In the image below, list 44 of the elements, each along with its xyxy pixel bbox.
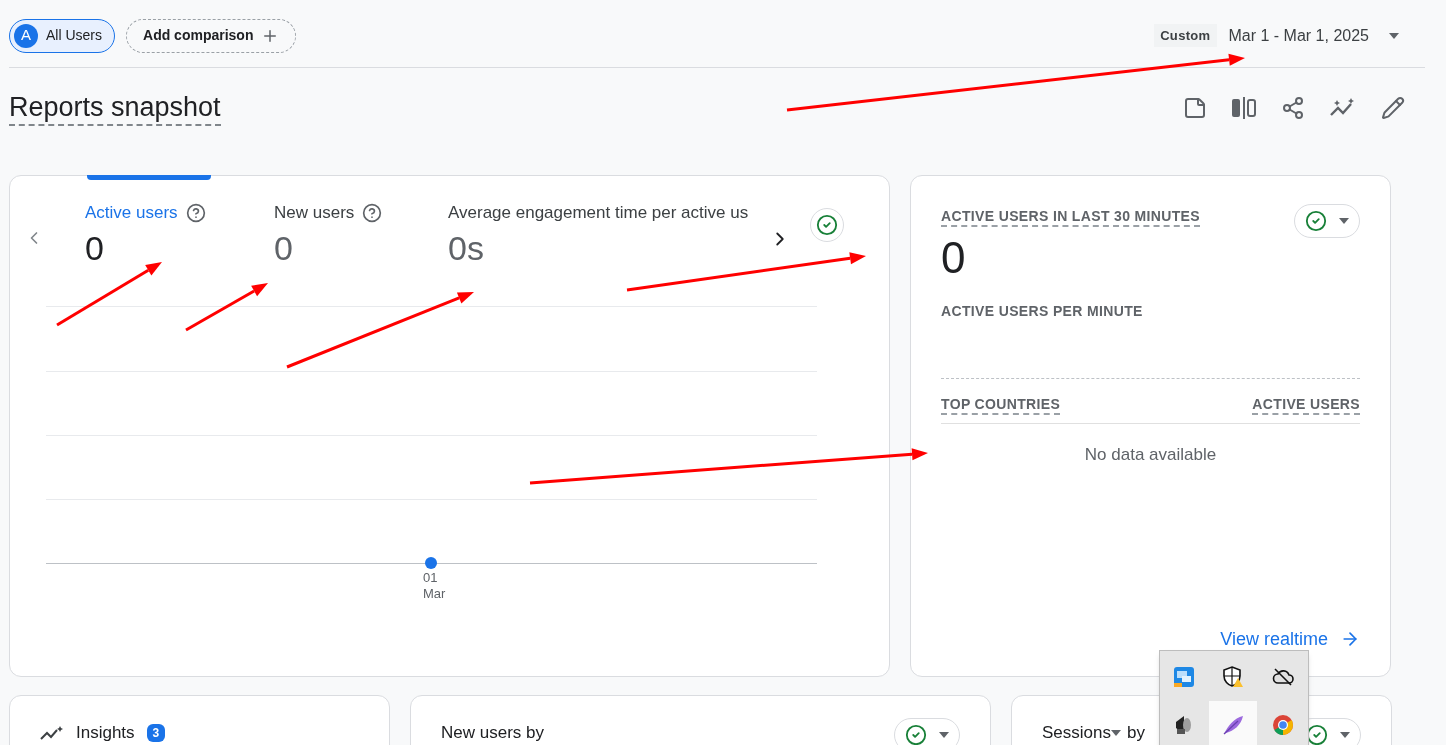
caret-icon: [1339, 218, 1349, 224]
segment-chip[interactable]: A All Users: [9, 18, 115, 53]
axis-label: Mar: [423, 586, 446, 602]
caret-icon: [1111, 729, 1121, 736]
section-label: ACTIVE USERS PER MINUTE: [941, 302, 1144, 321]
view-realtime-link[interactable]: View realtime: [1220, 628, 1360, 650]
dimension-dropdown[interactable]: Sessions: [1042, 720, 1121, 745]
metric-tab[interactable]: Active users 0: [85, 200, 274, 270]
realtime-value: 0: [941, 234, 967, 282]
shield-warning-icon: [1222, 666, 1245, 688]
card-title: New users by: [441, 722, 544, 744]
metric-tab[interactable]: New users 0: [274, 200, 448, 270]
check-circle-icon: [1305, 210, 1327, 232]
note-icon[interactable]: [1183, 96, 1207, 120]
sparkline-icon: [40, 724, 64, 741]
share-icon[interactable]: [1281, 96, 1305, 120]
metric-tab[interactable]: Average engagement time per active us 0s: [448, 200, 778, 270]
help-icon[interactable]: [185, 202, 206, 223]
check-circle-icon: [816, 214, 838, 236]
empty-message: No data available: [1084, 444, 1217, 466]
page-title: Reports snapshot: [9, 90, 221, 126]
caret-icon: [1389, 32, 1399, 39]
column-header: ACTIVE USERS: [1252, 395, 1360, 415]
monitor-icon: [1173, 666, 1195, 688]
date-preset-label: Custom: [1154, 23, 1217, 48]
compare-columns-icon[interactable]: [1231, 96, 1257, 120]
data-quality-dropdown[interactable]: [894, 718, 960, 745]
chrome-like-icon: [1271, 714, 1294, 736]
feather-icon: [1222, 714, 1245, 736]
count-badge: 3: [146, 723, 166, 742]
column-header: TOP COUNTRIES: [941, 395, 1061, 415]
caret-icon: [1340, 732, 1350, 738]
edit-icon[interactable]: [1381, 96, 1405, 120]
date-range-picker[interactable]: Mar 1 - Mar 1, 2025: [1228, 23, 1399, 48]
card-title: by: [1127, 722, 1145, 744]
chart-point: [425, 557, 437, 569]
card-title: Insights: [76, 722, 135, 744]
axis-label: 01: [423, 570, 438, 586]
help-icon[interactable]: [362, 202, 383, 223]
caret-icon: [939, 732, 949, 738]
cloud-off-icon: [1271, 666, 1294, 688]
segment-avatar: A: [14, 23, 38, 48]
data-quality-dropdown[interactable]: [1294, 204, 1360, 238]
card-heading: ACTIVE USERS IN LAST 30 MINUTES: [941, 207, 1200, 227]
